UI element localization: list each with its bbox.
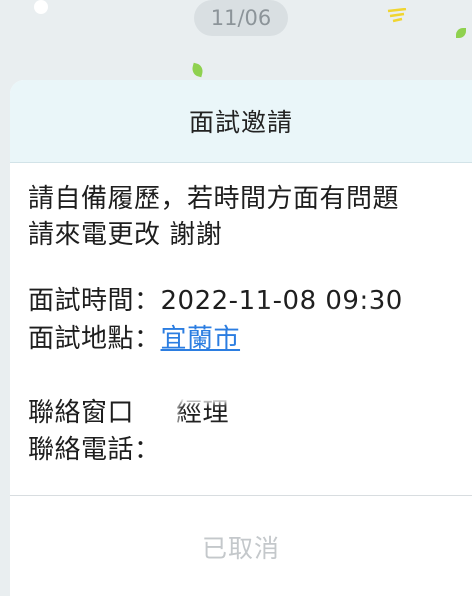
- sparkle-icon: [387, 8, 407, 23]
- cancelled-button[interactable]: 已取消: [10, 495, 472, 596]
- card-title: 面試邀請: [188, 108, 293, 137]
- leaf-icon: [190, 62, 205, 78]
- message-line-2: 請來電更改 謝謝: [28, 220, 223, 250]
- card-body: 請自備履歷，若時間方面有問題 請來電更改 謝謝 面試時間：2022-11-08 …: [10, 163, 472, 495]
- leaf-icon: [456, 28, 466, 38]
- contact-window-label: 聯絡窗口: [28, 398, 135, 428]
- interview-place-link[interactable]: 宜蘭市: [161, 324, 241, 354]
- interview-time-row: 面試時間：2022-11-08 09:30: [28, 280, 403, 317]
- cancelled-label: 已取消: [201, 533, 280, 563]
- redaction-mark: [250, 316, 440, 354]
- interview-time-value: 2022-11-08 09:30: [160, 286, 403, 316]
- redaction-mark: [158, 431, 368, 465]
- message-line-1: 請自備履歷，若時間方面有問題: [28, 184, 400, 214]
- interview-place-label: 面試地點：: [28, 324, 161, 354]
- interview-time-label: 面試時間：: [28, 286, 161, 316]
- interview-invitation-card: 面試邀請 請自備履歷，若時間方面有問題 請來電更改 謝謝 面試時間：2022-1…: [10, 80, 472, 596]
- contact-window-value: 經理: [176, 398, 230, 428]
- decoration-dot: [34, 0, 48, 14]
- contact-phone-row: 聯絡電話：: [28, 429, 161, 466]
- card-header: 面試邀請: [10, 80, 472, 163]
- date-pill: 11/06: [194, 0, 288, 36]
- interview-place-row: 面試地點：宜蘭市: [28, 318, 240, 355]
- contact-phone-label: 聯絡電話：: [28, 435, 161, 465]
